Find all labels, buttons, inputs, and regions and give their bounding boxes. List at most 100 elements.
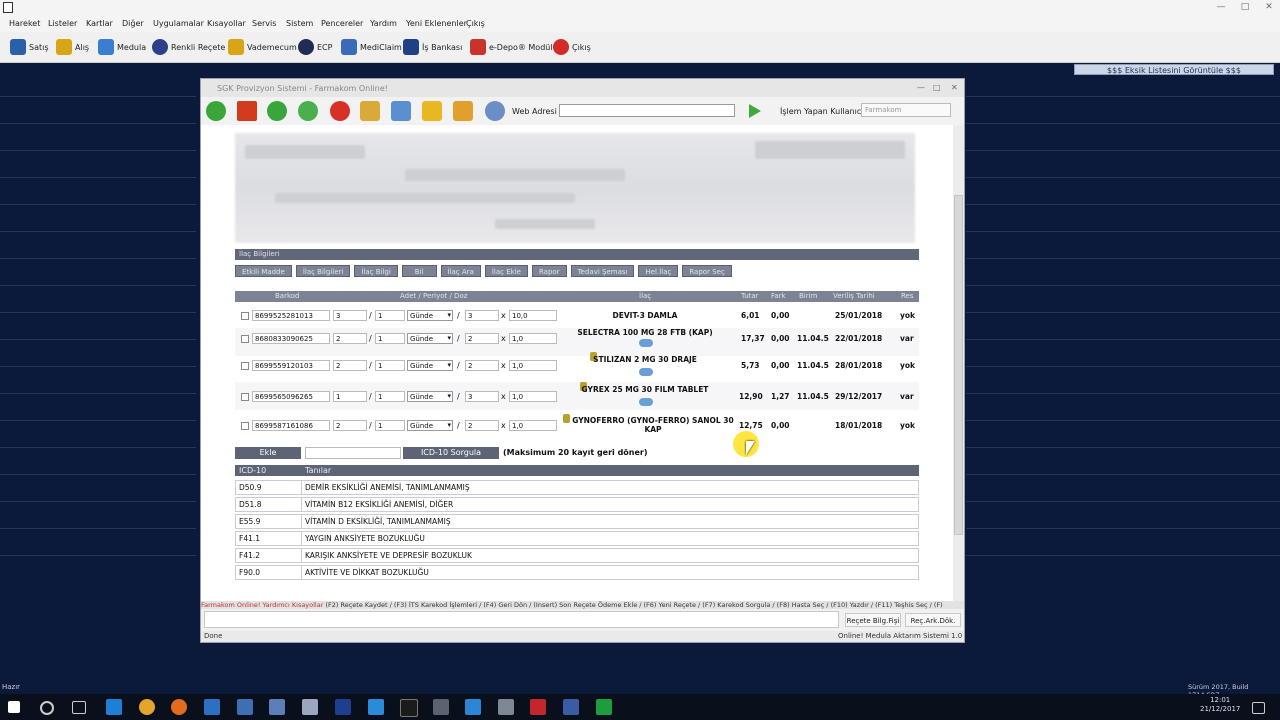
outlook-icon[interactable] [204, 699, 220, 715]
window-maximize-icon[interactable]: □ [933, 83, 941, 92]
firefox-icon[interactable] [171, 699, 187, 715]
chrome-icon[interactable] [139, 699, 155, 715]
menu-item-kartlar[interactable]: Kartlar [86, 19, 113, 28]
etkili-madde-button[interactable]: Etkili Madde [235, 265, 292, 277]
menu-item-hareket[interactable]: Hareket [9, 19, 40, 28]
menu-item-uygulamalar[interactable]: Uygulamalar [153, 19, 204, 28]
barcode-input[interactable]: 8699587161086 [252, 420, 330, 431]
edge-icon[interactable] [106, 699, 122, 715]
barcode-input[interactable]: 8699565096265 [252, 391, 330, 402]
window-minimize-icon[interactable]: — [917, 83, 925, 92]
web-adresi-input[interactable] [559, 104, 735, 117]
menu-item-pencereler[interactable]: Pencereler [321, 19, 363, 28]
periyot-input[interactable]: 1 [375, 360, 405, 371]
close-icon[interactable]: ✕ [1262, 2, 1276, 13]
app-icon-7[interactable] [596, 699, 612, 715]
dose-input[interactable]: 1,0 [509, 360, 557, 371]
block-icon[interactable] [453, 101, 473, 121]
doz-input[interactable]: 2 [465, 420, 499, 431]
app-icon-3[interactable] [433, 699, 449, 715]
rec-ark-dok-button[interactable]: Reç.Ark.Dök. [905, 613, 961, 627]
back-icon[interactable] [206, 101, 226, 121]
notifications-icon[interactable] [1252, 702, 1265, 714]
e-depo-button[interactable]: e-Depo® Modülü [470, 36, 558, 58]
message-box[interactable] [204, 611, 839, 628]
period-select[interactable]: Günde [407, 420, 453, 431]
row-checkbox[interactable] [241, 312, 249, 320]
bil-button[interactable]: Bil [401, 265, 437, 277]
period-select[interactable]: Günde [407, 310, 453, 321]
icd-row[interactable]: D50.9 DEMİR EKSİKLİĞİ ANEMİSİ, TANIMLANMA… [235, 480, 919, 495]
adet-input[interactable]: 2 [333, 360, 367, 371]
ekle-button[interactable]: Ekle [235, 447, 301, 459]
tedavi-semasi-button[interactable]: Tedavi Şeması [570, 265, 635, 277]
mediclaim-button[interactable]: MediClaim [341, 36, 402, 58]
icd-row[interactable]: D51.8 VİTAMİN B12 EKSİKLİĞİ ANEMİSİ, DİĞE… [235, 497, 919, 512]
satis-button[interactable]: Satış [10, 36, 49, 58]
eksik-listesi-button[interactable]: $$$ Eksik Listesini Görüntüle $$$ [1074, 64, 1274, 75]
periyot-input[interactable]: 1 [375, 420, 405, 431]
doz-input[interactable]: 3 [465, 391, 499, 402]
taskbar-clock[interactable]: 12:01 21/12/2017 [1200, 696, 1240, 714]
periyot-input[interactable]: 1 [375, 333, 405, 344]
ilac-bilgi-button[interactable]: İlaç Bilgi [354, 265, 398, 277]
task-view-icon[interactable] [72, 701, 86, 714]
search-icon[interactable] [40, 701, 54, 715]
adet-input[interactable]: 1 [333, 391, 367, 402]
row-checkbox[interactable] [241, 422, 249, 430]
islem-yapan-select[interactable]: Farmakom [861, 103, 951, 117]
icd-row[interactable]: E55.9 VİTAMİN D EKSİKLİĞİ, TANIMLANMAMIŞ [235, 514, 919, 529]
alis-button[interactable]: Alış [56, 36, 89, 58]
minimize-icon[interactable]: — [1214, 2, 1228, 13]
shield-icon[interactable] [422, 101, 442, 121]
maximize-icon[interactable]: □ [1238, 2, 1252, 13]
row-checkbox[interactable] [241, 335, 249, 343]
scrollbar-thumb[interactable] [954, 195, 963, 535]
save-app-icon[interactable] [237, 699, 253, 715]
menu-item-listeler[interactable]: Listeler [48, 19, 77, 28]
photoshop-icon[interactable] [335, 699, 351, 715]
menu-item-kisayollar[interactable]: Kısayollar [207, 19, 246, 28]
icd-row[interactable]: F41.2 KARIŞIK ANKSİYETE VE DEPRESİF BOZUK… [235, 548, 919, 563]
refresh-icon[interactable] [298, 101, 318, 121]
dose-input[interactable]: 1,0 [509, 391, 557, 402]
gears-icon[interactable] [391, 101, 411, 121]
cikis-button[interactable]: Çıkış [553, 36, 591, 58]
dose-input[interactable]: 1,0 [509, 333, 557, 344]
menu-item-yardim[interactable]: Yardım [370, 19, 397, 28]
terminal-icon[interactable] [400, 699, 418, 717]
go-arrow-icon[interactable] [749, 104, 761, 118]
users-icon[interactable] [360, 101, 380, 121]
adet-input[interactable]: 3 [333, 310, 367, 321]
dose-input[interactable]: 1,0 [509, 420, 557, 431]
menu-item-cikis[interactable]: Çıkış [466, 19, 485, 28]
app-icon-4[interactable] [465, 699, 481, 715]
periyot-input[interactable]: 1 [375, 310, 405, 321]
ecp-button[interactable]: ECP [298, 36, 332, 58]
doz-input[interactable]: 2 [465, 360, 499, 371]
app-icon-5[interactable] [498, 699, 514, 715]
periyot-input[interactable]: 1 [375, 391, 405, 402]
row-checkbox[interactable] [241, 393, 249, 401]
icd-row[interactable]: F90.0 AKTİVİTE VE DİKKAT BOZUKLUĞU [235, 565, 919, 580]
medula-button[interactable]: Medula [98, 36, 146, 58]
ilac-bilgileri-button[interactable]: İlaç Bilgileri [295, 265, 351, 277]
menu-item-diger[interactable]: Diğer [122, 19, 144, 28]
rapor-button[interactable]: Rapor [531, 265, 567, 277]
period-select[interactable]: Günde [407, 391, 453, 402]
app-icon-2[interactable] [302, 699, 318, 715]
vertical-scrollbar[interactable] [953, 125, 964, 601]
farmakom-taskbar-icon[interactable] [563, 699, 579, 715]
recete-bilgi-fisi-button[interactable]: Reçete Bilg.Fişi [845, 613, 901, 627]
sms-icon[interactable] [485, 101, 505, 121]
icd-search-input[interactable] [305, 447, 401, 459]
barcode-input[interactable]: 8699559120103 [252, 360, 330, 371]
vademecum-button[interactable]: Vademecum [228, 36, 297, 58]
app-icon-1[interactable] [269, 699, 285, 715]
ilac-ekle-button[interactable]: İlaç Ekle [484, 265, 528, 277]
app-icon-6[interactable] [530, 699, 546, 715]
window-close-icon[interactable]: ✕ [951, 83, 958, 92]
is-bankasi-button[interactable]: İş Bankası [403, 36, 462, 58]
doz-input[interactable]: 2 [465, 333, 499, 344]
ilac-ara-button[interactable]: İlaç Ara [440, 265, 481, 277]
